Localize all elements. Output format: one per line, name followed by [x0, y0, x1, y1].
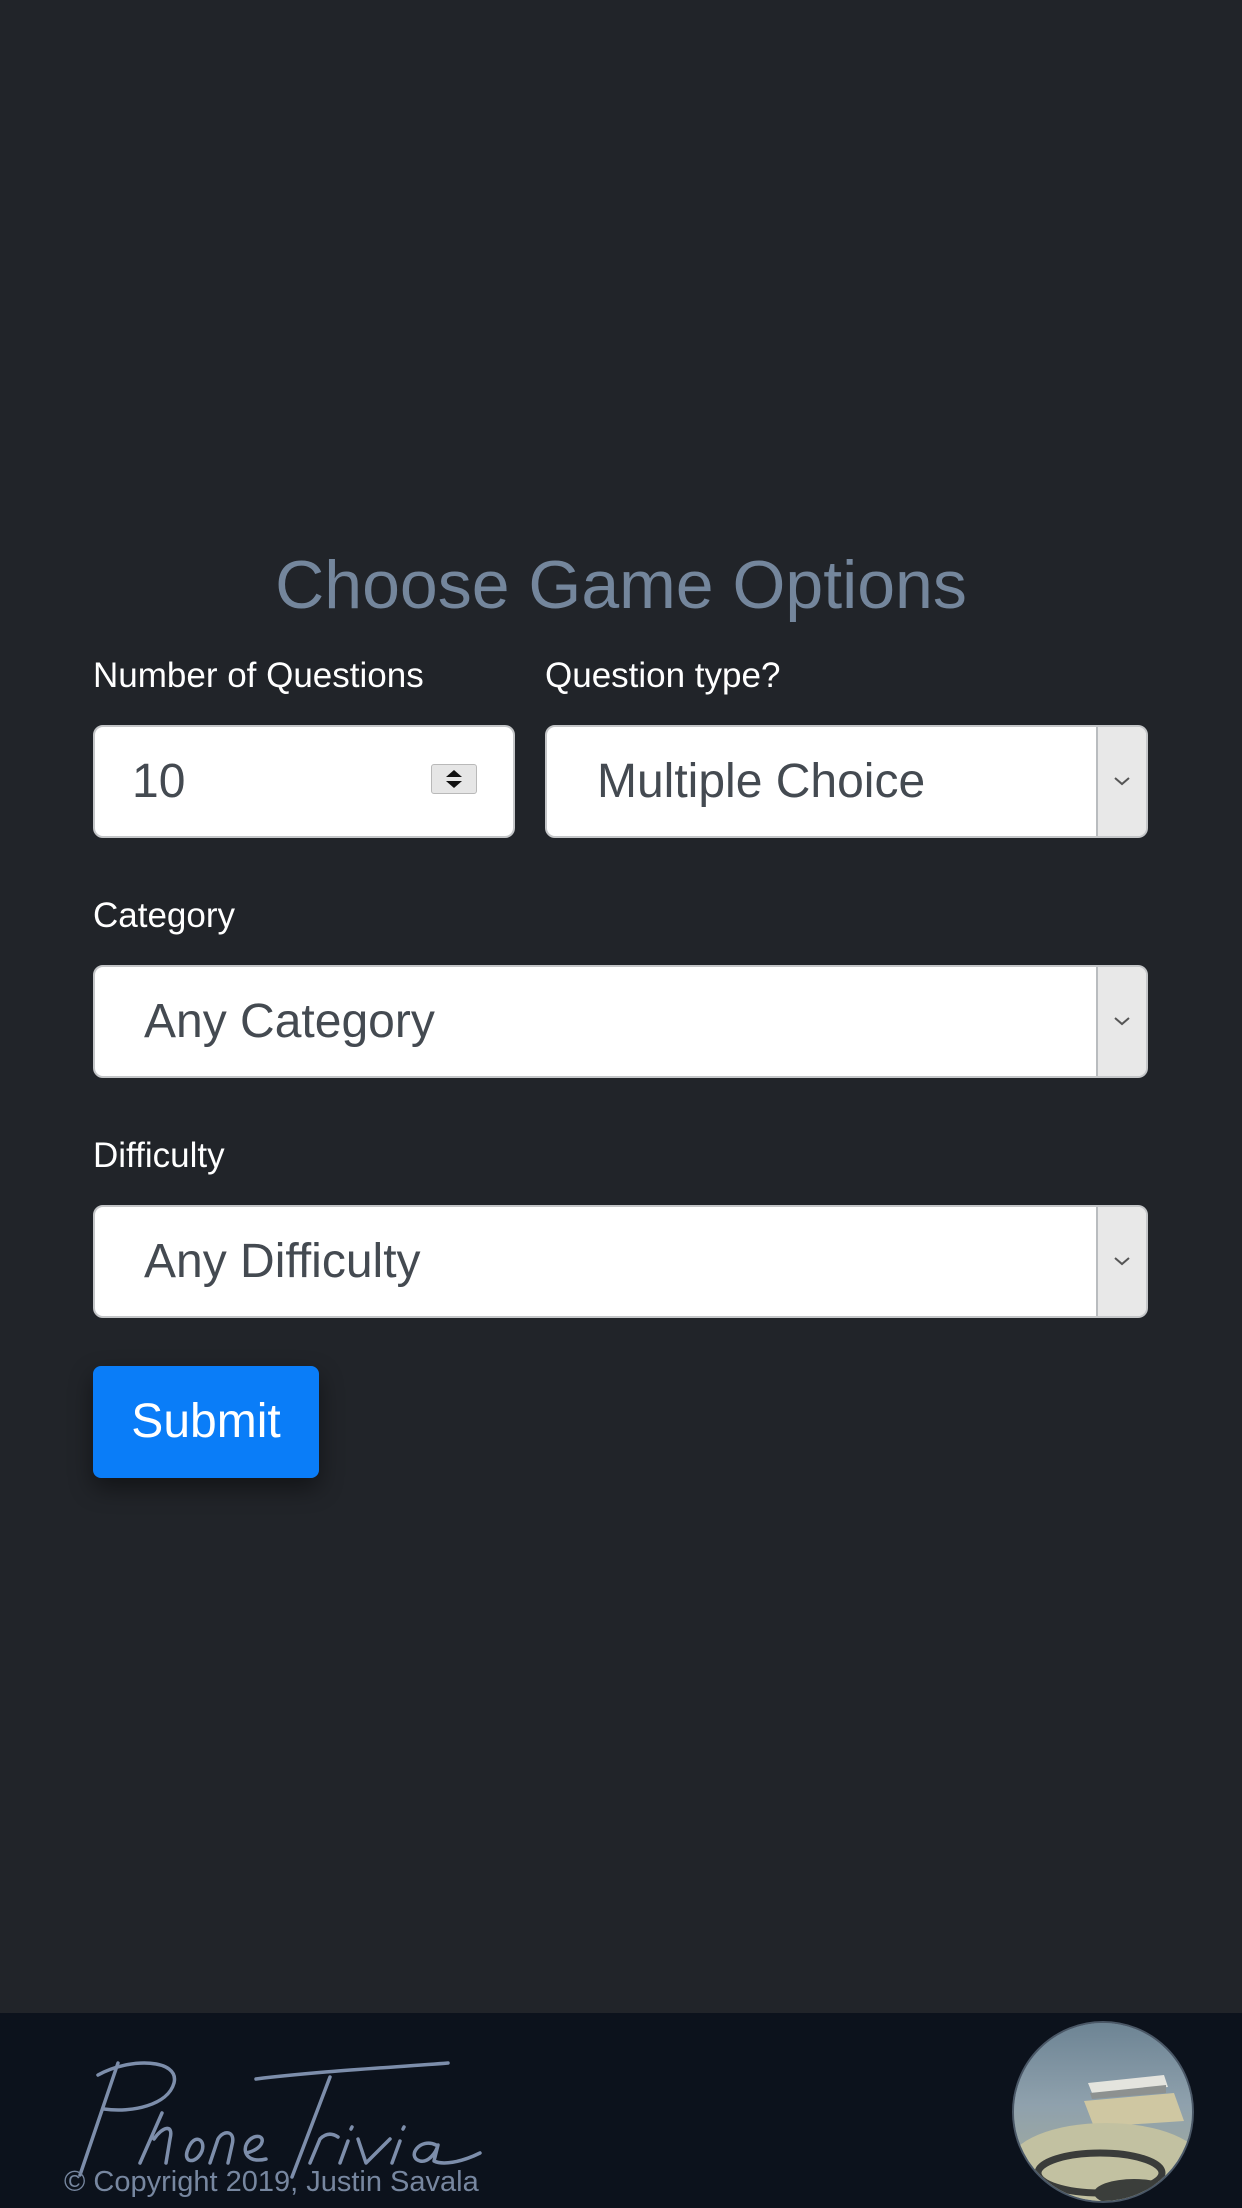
num-questions-value: 10	[132, 755, 186, 808]
category-select[interactable]: Any Category	[93, 965, 1148, 1078]
chevron-down-icon[interactable]	[1096, 967, 1146, 1076]
page-title: Choose Game Options	[275, 547, 967, 623]
chevron-down-icon[interactable]	[1096, 1207, 1146, 1316]
category-label: Category	[93, 896, 236, 935]
question-type-label: Question type?	[545, 656, 781, 695]
avatar[interactable]	[1012, 2021, 1194, 2203]
question-type-value: Multiple Choice	[597, 755, 926, 808]
difficulty-label: Difficulty	[93, 1136, 225, 1175]
question-type-select[interactable]: Multiple Choice	[545, 725, 1148, 838]
copyright-text: © Copyright 2019, Justin Savala	[64, 2166, 479, 2198]
num-questions-input[interactable]: 10	[93, 725, 515, 838]
category-value: Any Category	[144, 995, 435, 1048]
submit-button[interactable]: Submit	[93, 1366, 319, 1478]
number-stepper-icon[interactable]	[431, 764, 477, 794]
chevron-down-icon[interactable]	[1096, 727, 1146, 836]
difficulty-select[interactable]: Any Difficulty	[93, 1205, 1148, 1318]
difficulty-value: Any Difficulty	[144, 1235, 421, 1288]
footer: © Copyright 2019, Justin Savala	[0, 2013, 1242, 2208]
num-questions-label: Number of Questions	[93, 656, 424, 695]
